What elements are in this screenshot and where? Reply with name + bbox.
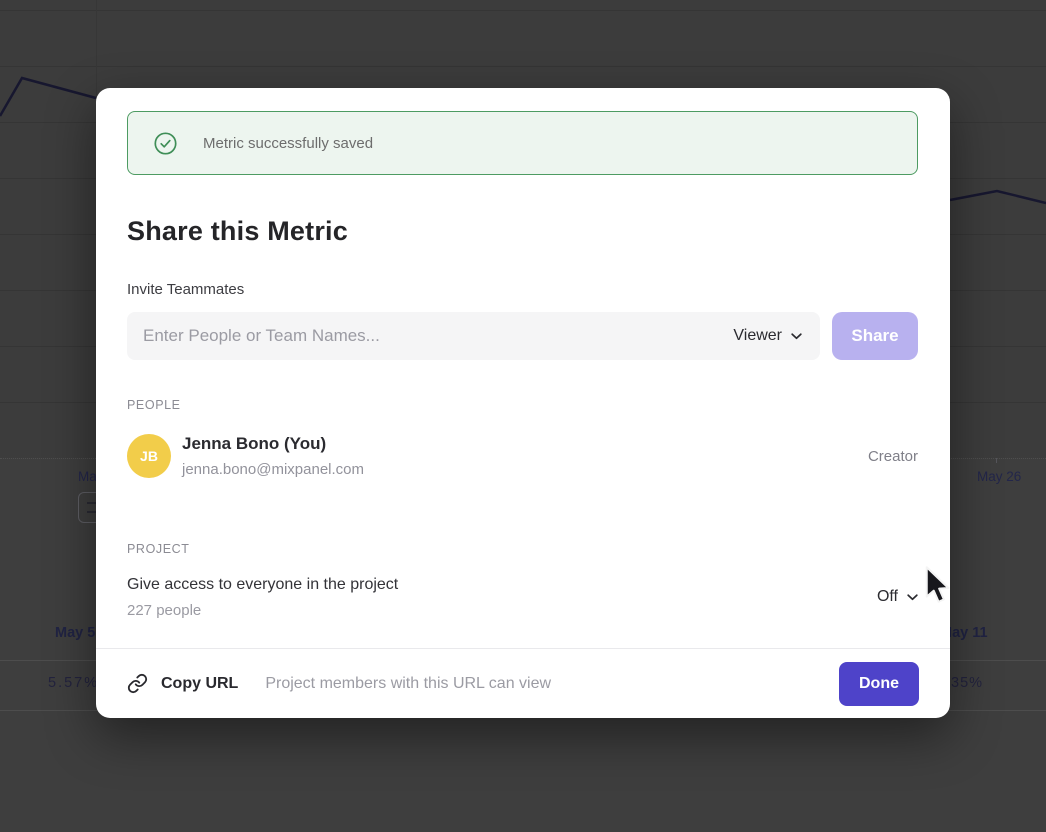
table-value-left: 5.57%	[48, 675, 99, 691]
dialog-footer: Copy URL Project members with this URL c…	[96, 648, 950, 718]
x-axis-tick	[996, 458, 997, 463]
share-metric-dialog: Metric successfully saved Share this Met…	[96, 88, 950, 718]
person-name: Jenna Bono (You)	[182, 434, 364, 454]
person-email: jenna.bono@mixpanel.com	[182, 461, 364, 478]
x-axis-label-right: May 26	[977, 469, 1021, 484]
project-access-title: Give access to everyone in the project	[127, 576, 398, 594]
project-access-row: Give access to everyone in the project 2…	[127, 576, 918, 619]
role-dropdown-value: Viewer	[733, 327, 782, 345]
role-dropdown[interactable]: Viewer	[731, 323, 804, 349]
project-access-dropdown[interactable]: Off	[877, 588, 918, 606]
table-header-left: May 5	[55, 625, 95, 641]
invite-row: Viewer Share	[127, 312, 918, 360]
url-permission-hint: Project members with this URL can view	[265, 675, 551, 693]
share-button[interactable]: Share	[832, 312, 918, 360]
done-button[interactable]: Done	[839, 662, 919, 706]
avatar: JB	[127, 434, 171, 478]
project-access-dropdown-value: Off	[877, 588, 898, 606]
project-access-text: Give access to everyone in the project 2…	[127, 576, 398, 619]
project-section-label: PROJECT	[127, 542, 190, 556]
person-role-label: Creator	[868, 448, 918, 465]
table-value-right: 35%	[951, 675, 983, 691]
copy-url-label: Copy URL	[161, 675, 238, 693]
invite-people-input[interactable]	[143, 326, 731, 346]
chevron-down-icon	[907, 594, 918, 601]
person-row: JB Jenna Bono (You) jenna.bono@mixpanel.…	[127, 434, 918, 478]
invite-teammates-label: Invite Teammates	[127, 281, 244, 298]
chevron-down-icon	[791, 333, 802, 340]
check-circle-icon	[154, 132, 177, 155]
person-info: Jenna Bono (You) jenna.bono@mixpanel.com	[182, 434, 364, 478]
copy-url-button[interactable]: Copy URL	[127, 673, 238, 694]
link-icon	[127, 673, 148, 694]
project-access-count: 227 people	[127, 602, 398, 619]
success-banner-message: Metric successfully saved	[203, 135, 373, 152]
dialog-title: Share this Metric	[127, 216, 348, 247]
success-banner: Metric successfully saved	[127, 111, 918, 175]
people-section-label: PEOPLE	[127, 398, 181, 412]
invite-input-container: Viewer	[127, 312, 820, 360]
